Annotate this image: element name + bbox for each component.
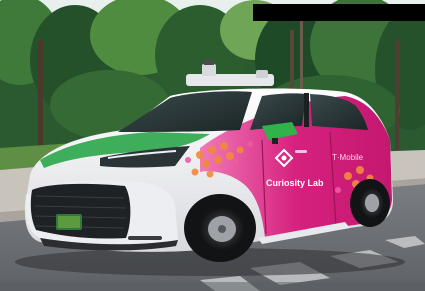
street-photo: Curiosity Lab T·Mobile [0,0,425,291]
grille [30,183,131,239]
rear-brand-text: T·Mobile [332,153,364,162]
front-wheel [184,194,256,262]
redaction-bar [253,4,425,21]
door-brand-text: Curiosity Lab [266,178,324,188]
rear-wheel [350,179,390,227]
